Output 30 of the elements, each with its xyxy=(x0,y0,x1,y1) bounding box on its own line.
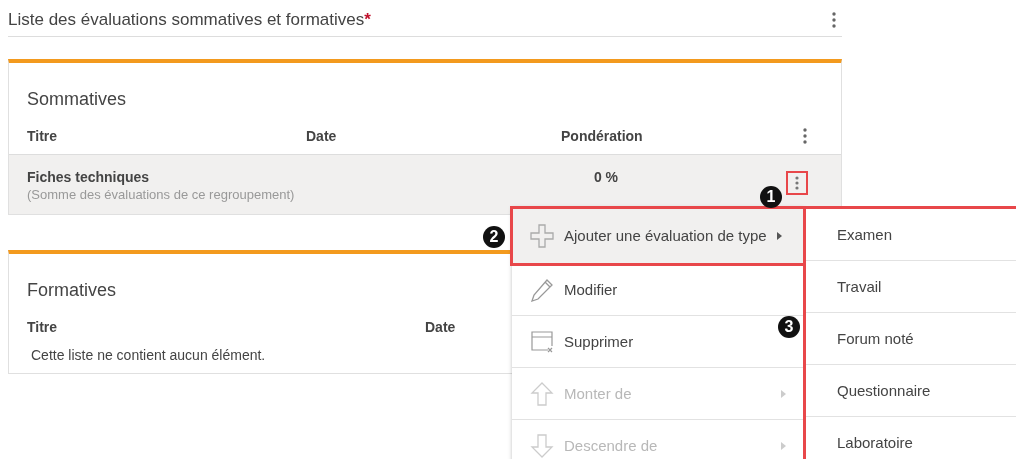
callout-number: 2 xyxy=(483,226,505,248)
column-header: Pondération xyxy=(561,128,643,144)
arrow-up-icon xyxy=(530,381,554,406)
caret-icon xyxy=(776,231,782,240)
caret-icon xyxy=(781,441,786,450)
caret-icon xyxy=(781,389,786,398)
section-title: Sommatives xyxy=(27,89,127,110)
submenu-item[interactable]: Questionnaire xyxy=(806,365,1016,417)
row-title: Fiches techniques xyxy=(27,169,151,185)
column-header: Titre xyxy=(27,128,58,144)
row-subtitle: (Somme des évaluations de ce regroupement) xyxy=(27,187,295,202)
row-menu-button[interactable] xyxy=(786,171,808,195)
list-title: Liste des évaluations sommatives et formatives* xyxy=(8,10,371,30)
plus-icon xyxy=(530,223,554,248)
more-options-icon[interactable] xyxy=(832,12,836,28)
menu-item[interactable]: Ajouter une évaluation de type xyxy=(512,208,804,264)
more-options-icon[interactable] xyxy=(803,128,807,144)
submenu-item[interactable]: Travail xyxy=(806,261,1016,313)
section-title: Formatives xyxy=(27,280,116,301)
submenu-item[interactable]: Laboratoire xyxy=(806,417,1016,459)
empty-message: Cette liste ne contient aucun élément. xyxy=(30,346,267,365)
pencil-icon xyxy=(530,277,554,302)
column-header: Titre xyxy=(27,319,58,335)
column-header: Date xyxy=(306,128,337,144)
weight-value: 0 % xyxy=(593,169,618,185)
submenu-item[interactable]: Forum noté xyxy=(806,313,1016,365)
arrow-down-icon xyxy=(530,433,554,458)
more-options-icon xyxy=(795,176,799,190)
window-delete-icon xyxy=(530,329,554,354)
column-header: Date xyxy=(425,319,456,335)
